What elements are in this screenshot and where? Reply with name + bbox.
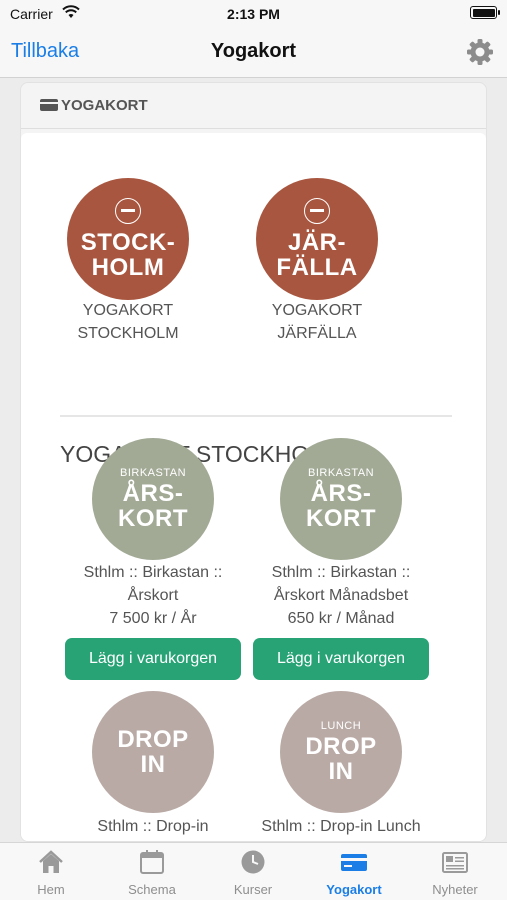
caption-line: STOCKHOLM: [77, 325, 179, 342]
product-name-line: Sthlm :: Birkastan ::: [83, 564, 223, 581]
product-price: 650 kr / Månad: [287, 610, 395, 627]
logo-text: KORT: [118, 505, 188, 532]
logo-text: DROP: [117, 726, 189, 753]
home-icon: [39, 850, 63, 873]
navigation-bar: Tillbaka Yogakort: [0, 28, 507, 78]
tab-nyheter[interactable]: Nyheter: [405, 843, 505, 900]
newspaper-icon: [442, 852, 468, 873]
product-name-line: Sthlm :: Drop-in: [97, 818, 209, 835]
add-to-cart-button[interactable]: Lägg i varukorgen: [65, 638, 241, 680]
logo-text: JÄR-: [287, 229, 346, 256]
tab-kurser[interactable]: Kurser: [203, 843, 303, 900]
seal-icon: [115, 198, 141, 224]
panel-header: YOGAKORT: [21, 83, 486, 129]
product-info: Sthlm :: Drop-in Lunch: [246, 815, 436, 838]
product-name-line: Sthlm :: Birkastan ::: [271, 564, 411, 581]
tab-label: Nyheter: [432, 882, 478, 897]
tab-bar: Hem Schema Kurser Yogakort Nyheter: [0, 842, 507, 900]
tab-yogakort[interactable]: Yogakort: [304, 843, 404, 900]
logo-text: STOCK-: [80, 229, 176, 256]
logo-subtext: BIRKASTAN: [119, 467, 187, 479]
logo-subtext: BIRKASTAN: [307, 467, 375, 479]
divider: [60, 415, 452, 417]
tab-label: Kurser: [233, 882, 273, 897]
calendar-icon: [140, 850, 164, 874]
card-icon: [341, 854, 367, 871]
battery-icon: [470, 6, 500, 19]
seal-icon: [304, 198, 330, 224]
logo-text: HOLM: [91, 254, 165, 281]
logo-text: ÅRS-: [122, 480, 184, 507]
gear-icon[interactable]: [465, 37, 495, 67]
content-card: STOCK- HOLM YOGAKORT STOCKHOLM JÄR- FÄLL…: [21, 133, 486, 841]
product-price: 7 500 kr / År: [109, 610, 197, 627]
product-info: Sthlm :: Birkastan :: Årskort 7 500 kr /…: [58, 561, 248, 630]
product-name-line: Årskort Månadsbet: [273, 587, 409, 604]
panel-header-label: YOGAKORT: [61, 97, 148, 114]
status-bar: Carrier 2:13 PM: [0, 0, 507, 28]
yogakort-panel: YOGAKORT STOCK- HOLM YOGAKORT STOCKHOLM …: [20, 82, 487, 842]
product-info: Sthlm :: Birkastan :: Årskort Månadsbet …: [246, 561, 436, 630]
logo-text: ÅRS-: [310, 480, 372, 507]
logo-text: IN: [328, 758, 354, 785]
product-name-line: Sthlm :: Drop-in Lunch: [261, 818, 421, 835]
caption-line: JÄRFÄLLA: [277, 325, 357, 342]
product-logo-drop-in-lunch[interactable]: LUNCH DROP IN: [280, 691, 402, 813]
caption-line: YOGAKORT: [271, 302, 363, 319]
stockholm-logo[interactable]: STOCK- HOLM: [67, 178, 189, 300]
product-logo-arskort[interactable]: BIRKASTAN ÅRS- KORT: [92, 438, 214, 560]
tab-label: Hem: [37, 882, 65, 897]
location-caption[interactable]: YOGAKORT JÄRFÄLLA: [222, 299, 412, 345]
product-name-line: Årskort: [127, 587, 179, 604]
logo-text: DROP: [305, 733, 377, 760]
clock-time: 2:13 PM: [227, 6, 280, 22]
tab-label: Yogakort: [326, 882, 382, 897]
jarfalla-logo[interactable]: JÄR- FÄLLA: [256, 178, 378, 300]
logo-text: IN: [140, 751, 166, 778]
product-logo-drop-in[interactable]: DROP IN: [92, 691, 214, 813]
logo-text: KORT: [306, 505, 376, 532]
product-logo-arskort-manadsbet[interactable]: BIRKASTAN ÅRS- KORT: [280, 438, 402, 560]
page-title: Yogakort: [210, 40, 297, 62]
product-info: Sthlm :: Drop-in: [58, 815, 248, 838]
location-caption[interactable]: YOGAKORT STOCKHOLM: [33, 299, 223, 345]
tab-label: Schema: [128, 882, 176, 897]
add-to-cart-button[interactable]: Lägg i varukorgen: [253, 638, 429, 680]
tab-hem[interactable]: Hem: [1, 843, 101, 900]
credit-card-icon: [40, 99, 58, 111]
logo-subtext: LUNCH: [320, 720, 362, 732]
caption-line: YOGAKORT: [82, 302, 174, 319]
tab-schema[interactable]: Schema: [102, 843, 202, 900]
logo-text: FÄLLA: [276, 254, 358, 281]
clock-icon: [241, 850, 265, 874]
